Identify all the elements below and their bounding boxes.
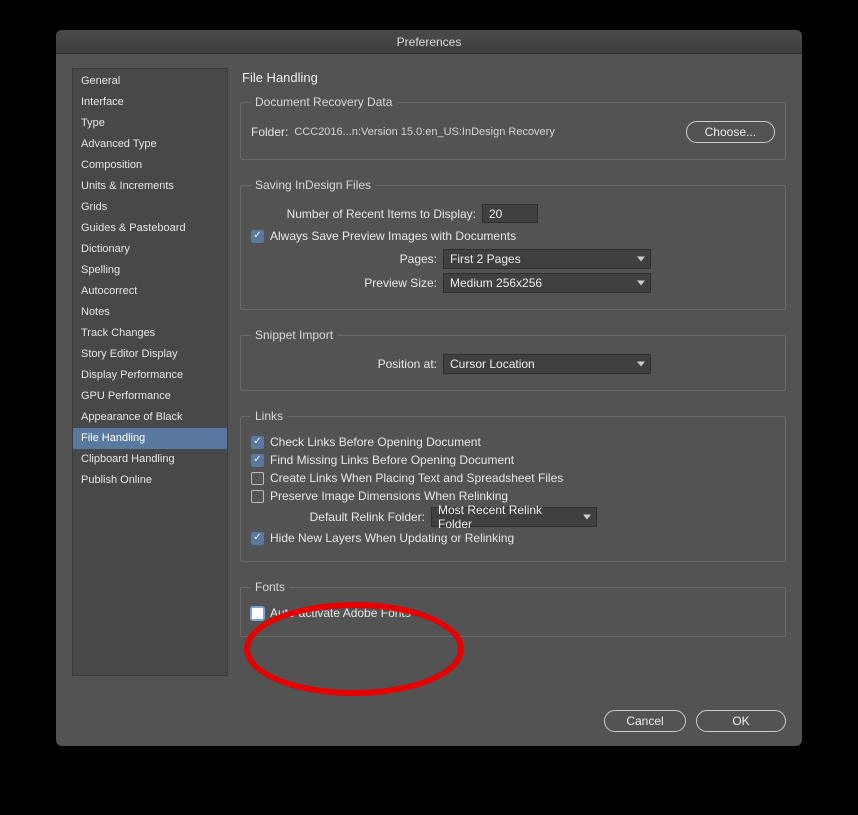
titlebar: Preferences [56, 30, 802, 54]
pages-label: Pages: [251, 252, 437, 266]
auto-activate-fonts-label[interactable]: Auto-activate Adobe Fonts [270, 606, 411, 620]
create-links-label[interactable]: Create Links When Placing Text and Sprea… [270, 471, 563, 485]
sidebar-item-autocorrect[interactable]: Autocorrect [73, 281, 227, 302]
group-fonts-legend: Fonts [251, 580, 289, 594]
group-recovery: Document Recovery Data Folder: CCC2016..… [240, 95, 786, 160]
position-at-select[interactable]: Cursor Location [443, 354, 651, 374]
chevron-down-icon [637, 362, 645, 367]
ok-button-label: OK [732, 714, 749, 728]
pages-select[interactable]: First 2 Pages [443, 249, 651, 269]
sidebar-item-composition[interactable]: Composition [73, 155, 227, 176]
save-preview-label[interactable]: Always Save Preview Images with Document… [270, 229, 516, 243]
group-recovery-legend: Document Recovery Data [251, 95, 396, 109]
cancel-button-label: Cancel [626, 714, 663, 728]
sidebar-item-units-increments[interactable]: Units & Increments [73, 176, 227, 197]
checkbox-check-links[interactable] [251, 436, 264, 449]
preserve-dims-label[interactable]: Preserve Image Dimensions When Relinking [270, 489, 508, 503]
checkbox-auto-activate-fonts[interactable] [251, 607, 264, 620]
checkbox-find-missing[interactable] [251, 454, 264, 467]
group-snippet-legend: Snippet Import [251, 328, 337, 342]
check-links-label[interactable]: Check Links Before Opening Document [270, 435, 481, 449]
cancel-button[interactable]: Cancel [604, 710, 686, 732]
sidebar: GeneralInterfaceTypeAdvanced TypeComposi… [72, 68, 228, 676]
group-links-legend: Links [251, 409, 287, 423]
sidebar-item-notes[interactable]: Notes [73, 302, 227, 323]
dialog-buttons: Cancel OK [72, 710, 786, 732]
checkbox-hide-layers[interactable] [251, 532, 264, 545]
sidebar-item-publish-online[interactable]: Publish Online [73, 470, 227, 491]
recent-items-label: Number of Recent Items to Display: [251, 207, 476, 221]
sidebar-item-spelling[interactable]: Spelling [73, 260, 227, 281]
chevron-down-icon [583, 515, 591, 520]
group-fonts: Fonts Auto-activate Adobe Fonts [240, 580, 786, 637]
preview-size-select[interactable]: Medium 256x256 [443, 273, 651, 293]
sidebar-item-advanced-type[interactable]: Advanced Type [73, 134, 227, 155]
position-at-select-value: Cursor Location [450, 357, 535, 371]
pages-select-value: First 2 Pages [450, 252, 521, 266]
preferences-window: Preferences GeneralInterfaceTypeAdvanced… [56, 30, 802, 746]
window-title: Preferences [397, 35, 462, 49]
sidebar-item-general[interactable]: General [73, 71, 227, 92]
window-content: GeneralInterfaceTypeAdvanced TypeComposi… [56, 54, 802, 746]
chevron-down-icon [637, 281, 645, 286]
sidebar-item-track-changes[interactable]: Track Changes [73, 323, 227, 344]
folder-path: CCC2016...n:Version 15.0:en_US:InDesign … [294, 126, 679, 138]
group-saving-legend: Saving InDesign Files [251, 178, 375, 192]
recent-items-input[interactable] [482, 204, 538, 223]
file-handling-panel: File Handling Document Recovery Data Fol… [240, 68, 786, 702]
default-relink-select-value: Most Recent Relink Folder [438, 503, 576, 531]
sidebar-item-type[interactable]: Type [73, 113, 227, 134]
sidebar-item-appearance-of-black[interactable]: Appearance of Black [73, 407, 227, 428]
sidebar-item-file-handling[interactable]: File Handling [73, 428, 227, 449]
preview-size-label: Preview Size: [251, 276, 437, 290]
preview-size-select-value: Medium 256x256 [450, 276, 542, 290]
default-relink-label: Default Relink Folder: [251, 510, 425, 524]
sidebar-item-guides-pasteboard[interactable]: Guides & Pasteboard [73, 218, 227, 239]
default-relink-select[interactable]: Most Recent Relink Folder [431, 507, 597, 527]
find-missing-label[interactable]: Find Missing Links Before Opening Docume… [270, 453, 514, 467]
checkbox-save-preview[interactable] [251, 230, 264, 243]
checkbox-create-links[interactable] [251, 472, 264, 485]
position-at-label: Position at: [251, 357, 437, 371]
sidebar-item-interface[interactable]: Interface [73, 92, 227, 113]
checkbox-preserve-dims[interactable] [251, 490, 264, 503]
ok-button[interactable]: OK [696, 710, 786, 732]
sidebar-item-dictionary[interactable]: Dictionary [73, 239, 227, 260]
chevron-down-icon [637, 257, 645, 262]
sidebar-item-grids[interactable]: Grids [73, 197, 227, 218]
hide-layers-label[interactable]: Hide New Layers When Updating or Relinki… [270, 531, 514, 545]
sidebar-item-story-editor-display[interactable]: Story Editor Display [73, 344, 227, 365]
panel-title: File Handling [242, 70, 786, 85]
group-links: Links Check Links Before Opening Documen… [240, 409, 786, 562]
sidebar-item-gpu-performance[interactable]: GPU Performance [73, 386, 227, 407]
sidebar-item-clipboard-handling[interactable]: Clipboard Handling [73, 449, 227, 470]
folder-label: Folder: [251, 125, 288, 139]
group-saving: Saving InDesign Files Number of Recent I… [240, 178, 786, 310]
sidebar-item-display-performance[interactable]: Display Performance [73, 365, 227, 386]
group-snippet: Snippet Import Position at: Cursor Locat… [240, 328, 786, 391]
choose-button[interactable]: Choose... [686, 121, 775, 143]
choose-button-label: Choose... [705, 125, 756, 139]
